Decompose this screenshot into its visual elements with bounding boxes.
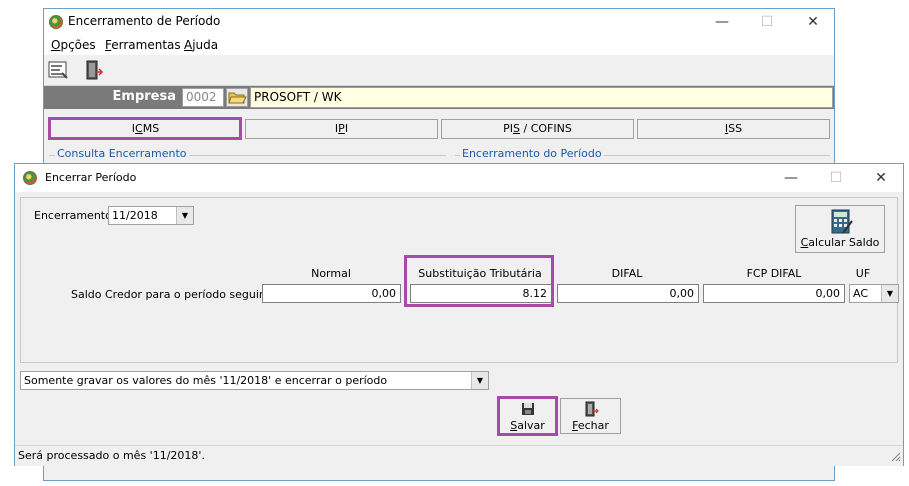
front-window-title: Encerrar Período: [45, 171, 137, 184]
resize-grip-icon[interactable]: [889, 450, 901, 462]
minimize-button[interactable]: —: [712, 12, 732, 32]
col-normal: Normal: [311, 267, 351, 280]
app-logo-icon: [23, 171, 37, 185]
front-titlebar: Encerrar Período — ☐ ✕: [15, 164, 903, 192]
salvar-highlight: [497, 396, 558, 436]
icms-tab-highlight: [48, 117, 242, 140]
chevron-down-icon[interactable]: ▼: [881, 285, 898, 302]
exit-door-icon[interactable]: [83, 59, 105, 81]
encerramento-value: 11/2018: [112, 209, 158, 222]
close-button[interactable]: ✕: [803, 12, 823, 32]
menu-bar: Opções Ferramentas Ajuda: [44, 35, 834, 55]
group-encerramento-periodo: Encerramento do Período: [460, 147, 604, 160]
back-window-title: Encerramento de Período: [68, 14, 221, 28]
uf-value: AC: [853, 287, 869, 300]
saldo-panel: Encerramento 11/2018 ▼ Calcular Saldo No…: [20, 197, 899, 363]
toolbar: [44, 55, 834, 86]
app-logo-icon: [49, 15, 63, 29]
status-bar: Será processado o mês '11/2018'.: [15, 445, 903, 466]
difal-field[interactable]: 0,00: [557, 284, 699, 303]
fechar-label: Fechar: [572, 419, 609, 432]
calcular-saldo-label: Calcular Saldo: [800, 236, 880, 249]
empresa-name-field[interactable]: PROSOFT / WK: [250, 87, 833, 108]
report-icon[interactable]: [47, 59, 69, 81]
st-column-highlight: [404, 255, 554, 307]
col-uf: UF: [855, 267, 871, 280]
empresa-code-field[interactable]: 0002: [182, 88, 224, 107]
minimize-button[interactable]: —: [781, 168, 801, 188]
maximize-button[interactable]: ☐: [757, 12, 777, 32]
option-select[interactable]: Somente gravar os valores do mês '11/201…: [20, 371, 489, 390]
encerramento-label: Encerramento: [34, 209, 112, 222]
empresa-label: Empresa: [112, 89, 176, 104]
chevron-down-icon[interactable]: ▼: [471, 372, 488, 389]
tab-iss[interactable]: ISS: [637, 119, 830, 139]
group-consulta-encerramento: Consulta Encerramento: [55, 147, 189, 160]
status-text: Será processado o mês '11/2018'.: [18, 449, 205, 462]
maximize-button[interactable]: ☐: [826, 168, 846, 188]
tab-pis-cofins[interactable]: PIS / COFINS: [441, 119, 634, 139]
menu-opcoes[interactable]: Opções: [51, 38, 96, 52]
fechar-button[interactable]: Fechar: [560, 398, 621, 434]
calculator-icon: [830, 209, 854, 238]
option-select-value: Somente gravar os valores do mês '11/201…: [24, 374, 388, 387]
uf-select[interactable]: AC ▼: [849, 284, 899, 303]
empresa-bar: Empresa 0002 PROSOFT / WK: [44, 86, 834, 109]
col-fcp-difal: FCP DIFAL: [746, 267, 802, 280]
close-button[interactable]: ✕: [871, 168, 891, 188]
menu-ajuda[interactable]: Ajuda: [184, 38, 218, 52]
col-difal: DIFAL: [611, 267, 643, 280]
normal-field[interactable]: 0,00: [262, 284, 401, 303]
menu-ferramentas[interactable]: Ferramentas: [105, 38, 181, 52]
saldo-credor-label: Saldo Credor para o período seguinte: [71, 288, 277, 301]
fcp-difal-field[interactable]: 0,00: [703, 284, 845, 303]
calcular-saldo-button[interactable]: Calcular Saldo: [795, 205, 885, 253]
back-titlebar: Encerramento de Período — ☐ ✕: [44, 9, 834, 35]
open-folder-icon[interactable]: [226, 88, 248, 107]
exit-door-icon: [584, 401, 600, 420]
tab-ipi[interactable]: IPI: [245, 119, 438, 139]
chevron-down-icon[interactable]: ▼: [176, 207, 193, 224]
encerramento-select[interactable]: 11/2018 ▼: [108, 206, 194, 225]
front-window: Encerrar Período — ☐ ✕ Encerramento 11/2…: [14, 163, 904, 466]
